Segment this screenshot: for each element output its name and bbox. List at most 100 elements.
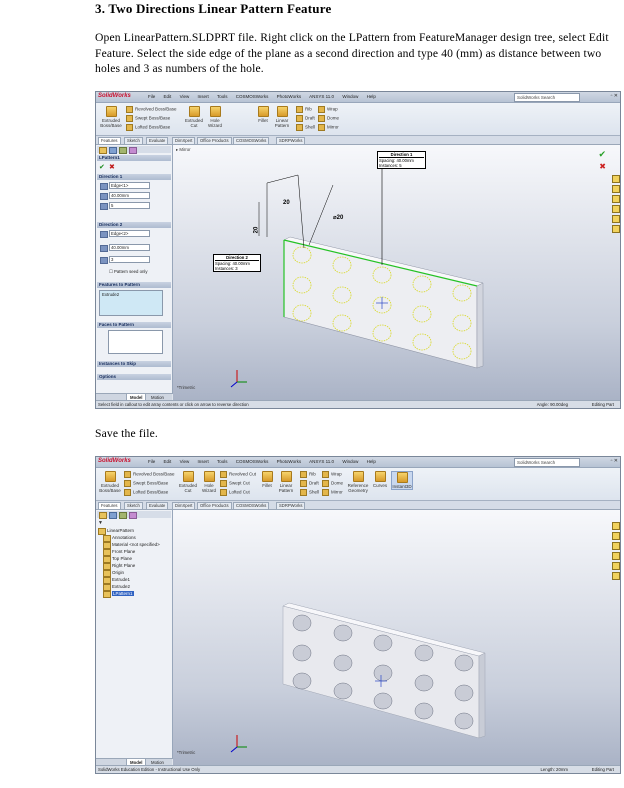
tree-item-material[interactable]: Material <not specified> xyxy=(103,541,160,549)
task-pane-resources-icon[interactable] xyxy=(612,175,620,183)
direction1-count-field[interactable]: 5 xyxy=(109,202,150,209)
tab-cosmosworks[interactable]: COSMOSWorks xyxy=(233,137,270,144)
menu-photoworks[interactable]: PhotoWorks xyxy=(277,459,301,464)
rib-button[interactable]: Rib xyxy=(296,106,312,113)
wrap-button[interactable]: Wrap xyxy=(322,471,342,478)
tab-sketch[interactable]: Sketch xyxy=(124,502,143,509)
features-list[interactable]: Extrude2 xyxy=(99,290,163,316)
tab-cosmosworks[interactable]: COSMOSWorks xyxy=(233,502,270,509)
draft-button[interactable]: Draft xyxy=(300,480,319,487)
tab-features[interactable]: Features xyxy=(98,137,121,144)
direction2-edge-field[interactable]: Edge<2> xyxy=(109,230,150,237)
tab-evaluate[interactable]: Evaluate xyxy=(146,137,169,144)
feature-tree-tab-icon[interactable] xyxy=(99,147,107,154)
direction2-callout-instances[interactable]: Instances: 3 xyxy=(215,266,259,271)
options-header[interactable]: Options xyxy=(97,374,171,380)
direction1-spacing-field[interactable]: 40.00mm xyxy=(109,192,150,199)
dome-button[interactable]: Dome xyxy=(322,480,343,487)
filter-icon[interactable]: ▼ xyxy=(98,520,103,526)
menu-insert[interactable]: Insert xyxy=(198,459,209,464)
graphics-area[interactable]: *Trimetric xyxy=(173,510,620,765)
task-pane-palette-icon[interactable] xyxy=(612,205,620,213)
ok-icon[interactable]: ✔ xyxy=(99,163,105,171)
mirror-button[interactable]: Mirror xyxy=(322,489,343,496)
cancel-icon[interactable]: ✖ xyxy=(109,163,115,171)
task-pane-explorer-icon[interactable] xyxy=(612,195,620,203)
draft-button[interactable]: Draft xyxy=(296,115,315,122)
faces-list[interactable] xyxy=(108,330,163,354)
menu-help[interactable]: Help xyxy=(367,459,376,464)
confirm-corner-ok-icon[interactable]: ✔ xyxy=(598,149,606,160)
wrap-button[interactable]: Wrap xyxy=(318,106,338,113)
shell-button[interactable]: Shell xyxy=(296,124,315,131)
property-tab-icon[interactable] xyxy=(109,512,117,519)
search-input[interactable]: SolidWorks Search xyxy=(514,93,580,102)
tab-dimxpert[interactable]: DimXpert xyxy=(172,502,196,509)
config-tab-icon[interactable] xyxy=(119,147,127,154)
direction2-arrow-icon[interactable] xyxy=(100,231,108,238)
menu-help[interactable]: Help xyxy=(367,94,376,99)
menu-ansys[interactable]: ANSYS 11.0 xyxy=(309,94,334,99)
dimxpert-tab-icon[interactable] xyxy=(129,147,137,154)
lofted-boss-button[interactable]: Lofted Boss/Base xyxy=(126,124,170,131)
extruded-cut-button[interactable]: Extruded Cut xyxy=(178,471,198,493)
task-pane-explorer-icon[interactable] xyxy=(612,542,620,550)
extruded-boss-button[interactable]: Extruded Boss/Base xyxy=(99,471,121,493)
lofted-boss-button[interactable]: Lofted Boss/Base xyxy=(124,489,168,496)
dimension-label-a[interactable]: 20 xyxy=(283,200,290,206)
menu-cosmosworks[interactable]: COSMOSWorks xyxy=(236,94,269,99)
config-tab-icon[interactable] xyxy=(119,512,127,519)
tab-office-products[interactable]: Office Products xyxy=(197,137,232,144)
tree-item-lpattern1[interactable]: LPattern1 xyxy=(103,590,160,598)
menu-insert[interactable]: Insert xyxy=(198,94,209,99)
direction2-count-field[interactable]: 3 xyxy=(109,256,150,263)
direction2-header[interactable]: Direction 2 xyxy=(97,222,171,228)
mirror-button[interactable]: Mirror xyxy=(318,124,339,131)
menu-file[interactable]: File xyxy=(148,459,155,464)
tab-sdrpworks[interactable]: SDRPWorks xyxy=(276,502,306,509)
search-input[interactable]: SolidWorks Search xyxy=(514,458,580,467)
instant3d-button[interactable]: Instant3D xyxy=(391,471,413,490)
tab-sdrpworks[interactable]: SDRPWorks xyxy=(276,137,306,144)
menu-window[interactable]: Window xyxy=(342,94,358,99)
menu-tools[interactable]: Tools xyxy=(217,94,228,99)
menu-photoworks[interactable]: PhotoWorks xyxy=(277,94,301,99)
property-tab-icon[interactable] xyxy=(109,147,117,154)
task-pane-resources-icon[interactable] xyxy=(612,522,620,530)
pattern-seed-checkbox[interactable]: ☐ Pattern seed only xyxy=(109,269,148,275)
menu-edit[interactable]: Edit xyxy=(164,94,172,99)
linear-pattern-button[interactable]: Linear Pattern xyxy=(272,106,292,128)
rib-button[interactable]: Rib xyxy=(300,471,316,478)
hole-wizard-button[interactable]: Hole Wizard xyxy=(200,471,218,493)
graphics-area[interactable]: ▸ Mirror 20 20 ⌀20 Direction 1 Spacing: … xyxy=(173,145,620,400)
task-pane-custom-icon[interactable] xyxy=(612,225,620,233)
tree-item-extrude1[interactable]: Extrude1 xyxy=(103,576,160,584)
extruded-cut-button[interactable]: Extruded Cut xyxy=(184,106,204,128)
tab-dimxpert[interactable]: DimXpert xyxy=(172,137,196,144)
task-pane-custom-icon[interactable] xyxy=(612,572,620,580)
direction1-callout-instances[interactable]: Instances: 5 xyxy=(379,163,424,168)
dome-button[interactable]: Dome xyxy=(318,115,339,122)
direction2-callout[interactable]: Direction 2 Spacing: 40.00mm Instances: … xyxy=(213,254,261,272)
direction1-callout[interactable]: Direction 1 Spacing: 40.00mm Instances: … xyxy=(377,151,426,169)
window-controls[interactable]: ▫ ✕ xyxy=(611,458,618,464)
menu-view[interactable]: View xyxy=(180,459,190,464)
hole-wizard-button[interactable]: Hole Wizard xyxy=(206,106,224,128)
menu-cosmosworks[interactable]: COSMOSWorks xyxy=(236,459,269,464)
tree-item-right-plane[interactable]: Right Plane xyxy=(103,562,160,570)
tab-sketch[interactable]: Sketch xyxy=(124,137,143,144)
revolved-cut-button[interactable]: Revolved Cut xyxy=(220,471,256,478)
menu-window[interactable]: Window xyxy=(342,459,358,464)
features-list-item[interactable]: Extrude2 xyxy=(102,292,119,297)
direction2-spacing-field[interactable]: 40.00mm xyxy=(109,244,150,251)
direction-arrow-icon[interactable] xyxy=(100,183,108,190)
dimension-label-b[interactable]: 20 xyxy=(253,227,259,234)
direction1-header[interactable]: Direction 1 xyxy=(97,174,171,180)
task-pane-library-icon[interactable] xyxy=(612,532,620,540)
menu-file[interactable]: File xyxy=(148,94,155,99)
menu-edit[interactable]: Edit xyxy=(164,459,172,464)
tab-evaluate[interactable]: Evaluate xyxy=(146,502,169,509)
swept-boss-button[interactable]: Swept Boss/Base xyxy=(124,480,168,487)
menu-view[interactable]: View xyxy=(180,94,190,99)
faces-to-pattern-header[interactable]: Faces to Pattern xyxy=(97,322,171,328)
